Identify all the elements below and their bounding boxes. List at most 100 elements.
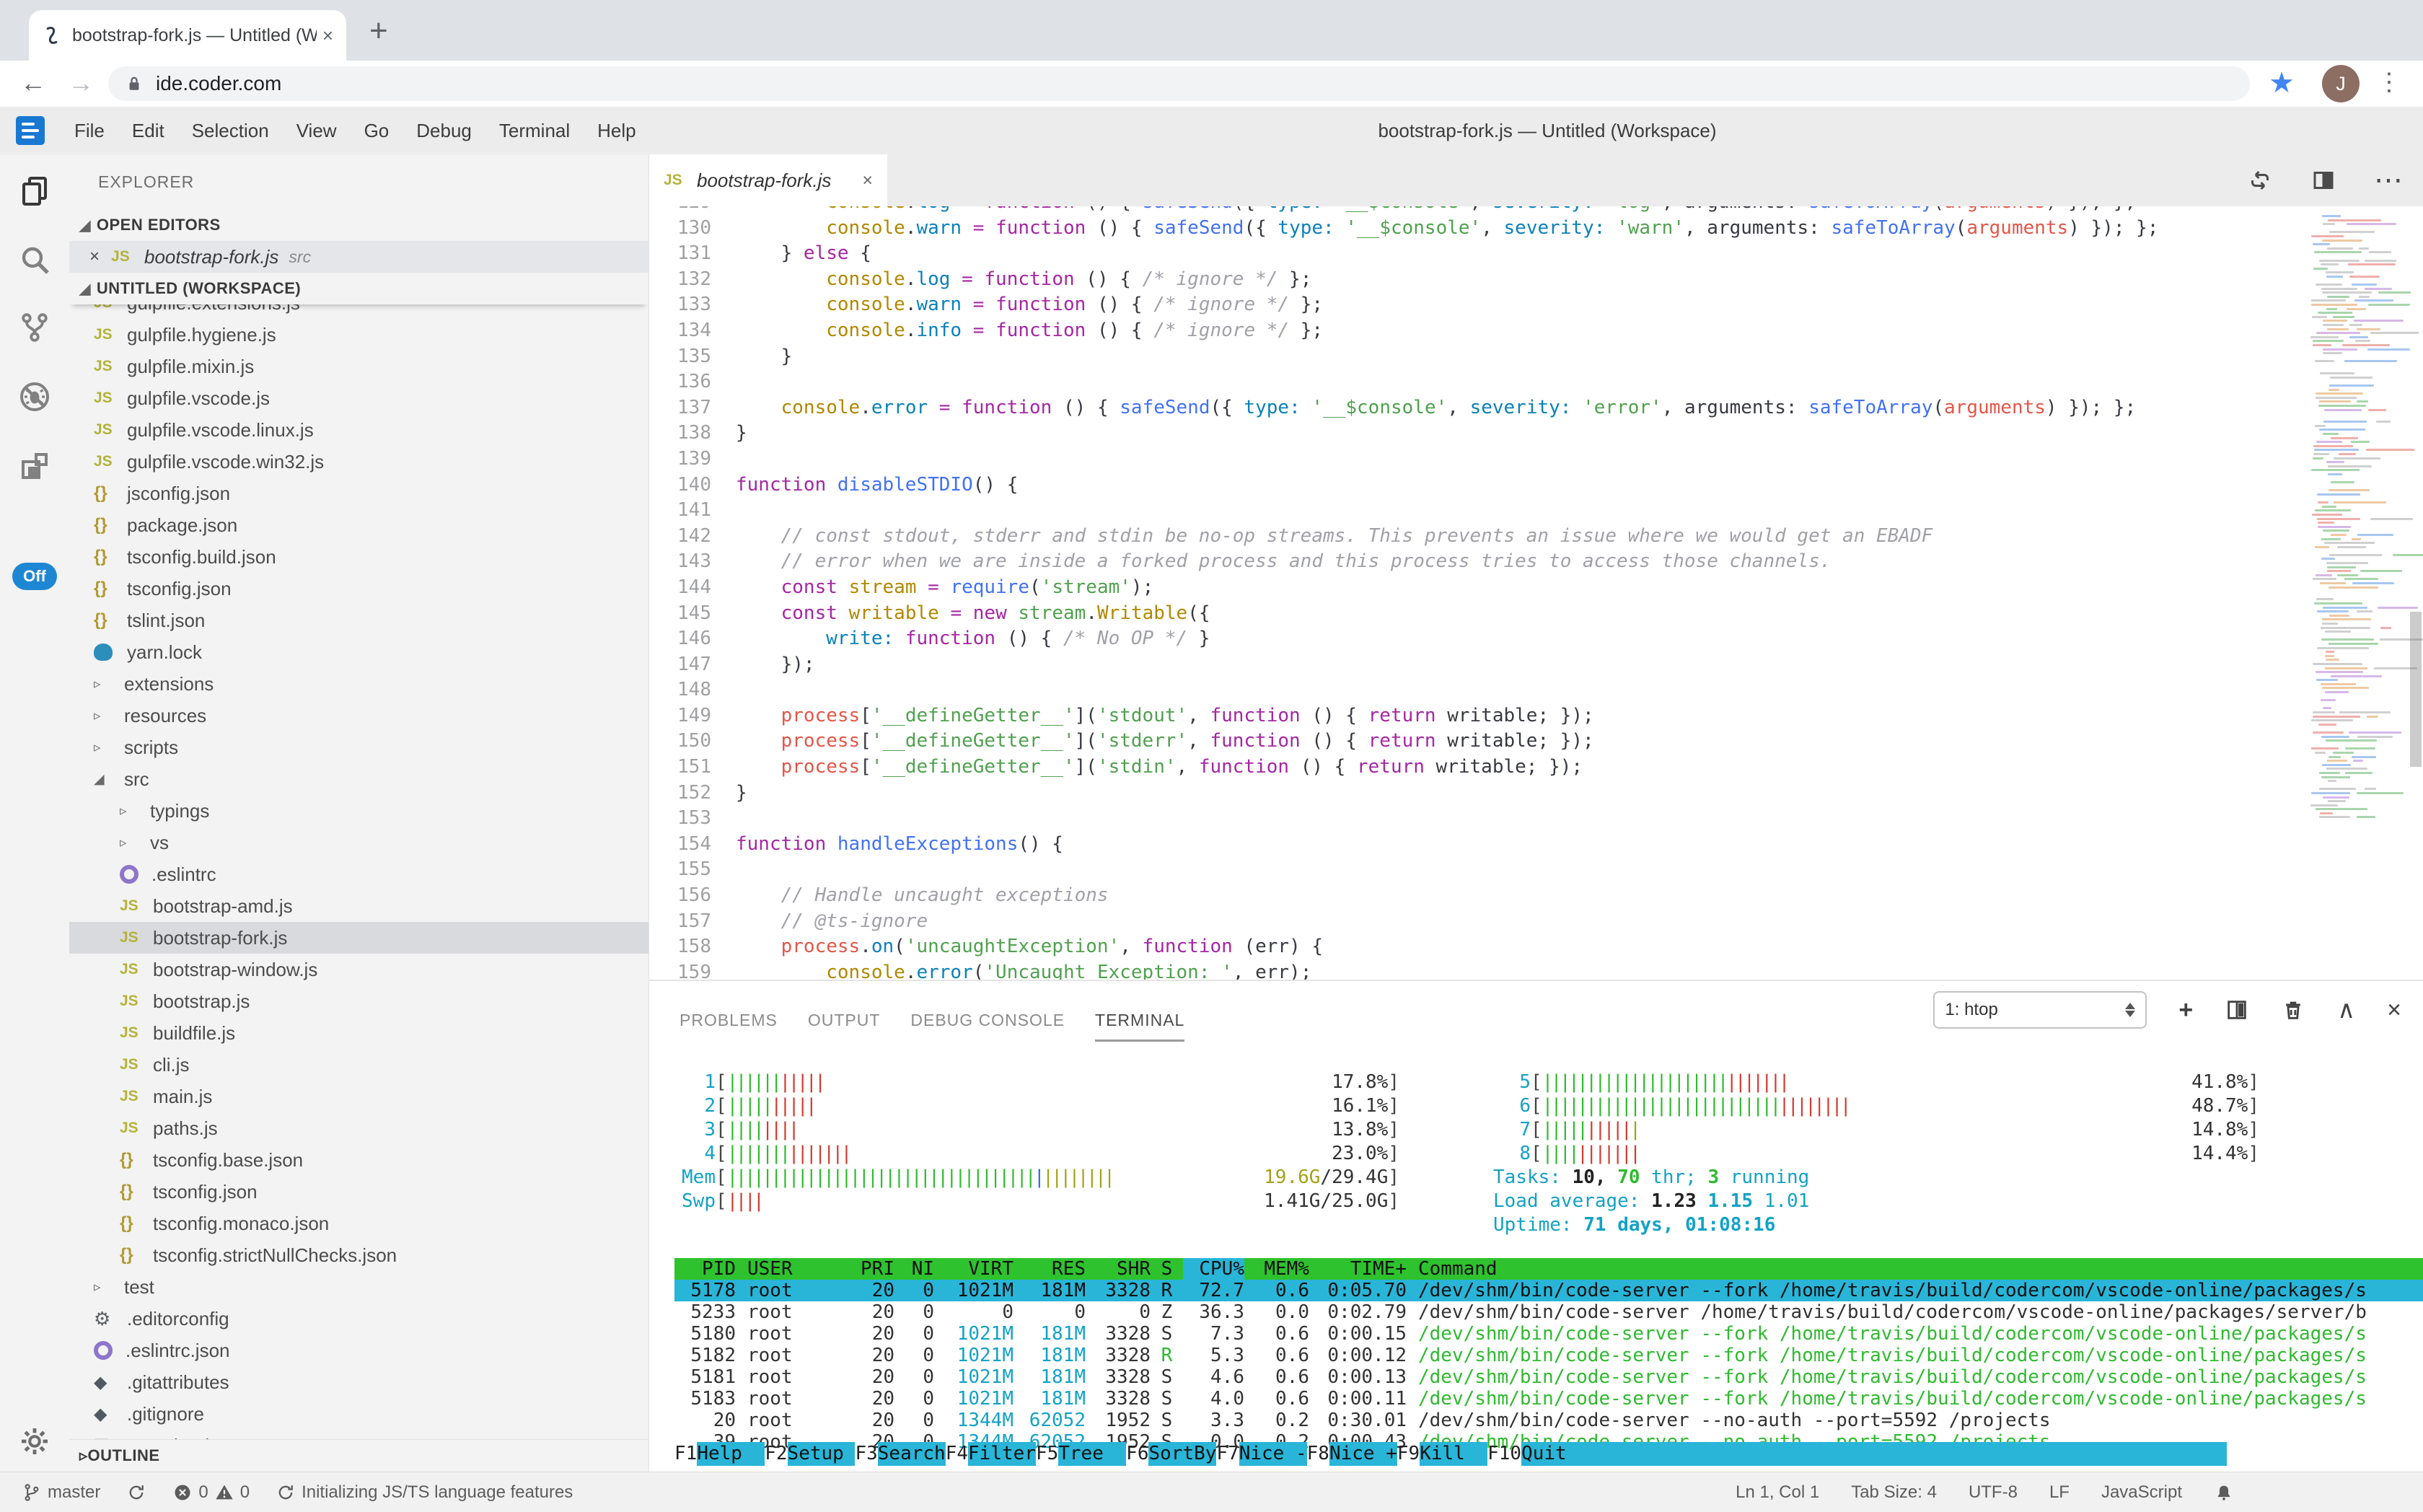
browser-tab[interactable]: bootstrap-fork.js — Untitled (W × (29, 10, 346, 61)
forward-icon[interactable]: → (68, 68, 94, 98)
panel-tab-problems[interactable]: PROBLEMS (680, 1011, 778, 1042)
code-line: 136 (649, 369, 2423, 395)
code-line: 151 process['__defineGetter__']('stdin',… (649, 755, 2423, 781)
sync-status[interactable] (126, 1482, 146, 1503)
file-tree-item-bootstrap.js[interactable]: JSbootstrap.js (69, 985, 648, 1017)
menu-terminal[interactable]: Terminal (485, 120, 584, 142)
file-tree-item-.eslintrc.json[interactable]: .eslintrc.json (69, 1335, 648, 1366)
file-tree-item-tslint.json[interactable]: {}tslint.json (69, 605, 648, 636)
git-branch-status[interactable]: master (22, 1482, 100, 1503)
debug-off-icon[interactable] (17, 379, 52, 414)
file-tree-item-gulpfile.vscode.linux.js[interactable]: JSgulpfile.vscode.linux.js (69, 414, 648, 446)
url-bar[interactable]: ide.coder.com (108, 66, 2250, 101)
browser-menu-icon[interactable]: ⋮ (2377, 68, 2401, 97)
file-tree-item-buildfile.js[interactable]: JSbuildfile.js (69, 1017, 648, 1049)
avatar[interactable]: J (2322, 65, 2360, 102)
file-tree: JSgulpfile.extensions.jsJSgulpfile.hygie… (69, 304, 648, 1462)
menu-edit[interactable]: Edit (118, 120, 178, 142)
explorer-icon[interactable] (17, 173, 52, 208)
terminal-select[interactable]: 1: htop (1933, 991, 2147, 1029)
search-icon[interactable] (17, 242, 52, 277)
file-tree-item-gulpfile.vscode.js[interactable]: JSgulpfile.vscode.js (69, 382, 648, 414)
file-tree-item-jsconfig.json[interactable]: {}jsconfig.json (69, 478, 648, 509)
close-icon[interactable]: × (89, 247, 100, 267)
file-tree-item-vs[interactable]: ▹vs (69, 827, 648, 858)
minimap[interactable] (2309, 215, 2404, 820)
menu-selection[interactable]: Selection (178, 120, 283, 142)
extensions-icon[interactable] (17, 449, 52, 483)
tab-close-icon[interactable]: × (322, 25, 333, 47)
new-terminal-icon[interactable]: + (2178, 998, 2193, 1022)
menu-go[interactable]: Go (351, 120, 403, 142)
kill-terminal-icon[interactable] (2281, 998, 2305, 1022)
close-panel-icon[interactable]: × (2387, 998, 2401, 1022)
file-tree-item-extensions[interactable]: ▹extensions (69, 668, 648, 700)
bell-icon[interactable] (2214, 1482, 2234, 1503)
htop-meter-4: 4[||||||||||||||23.0%] (678, 1142, 1399, 1166)
file-tree-item-scripts[interactable]: ▹scripts (69, 731, 648, 763)
split-editor-icon[interactable] (2310, 167, 2336, 193)
file-tree-item-cli.js[interactable]: JScli.js (69, 1049, 648, 1081)
source-control-icon[interactable] (17, 310, 52, 345)
file-tree-item-gulpfile.vscode.win32.js[interactable]: JSgulpfile.vscode.win32.js (69, 446, 648, 478)
online-status-badge[interactable]: Off (12, 563, 57, 590)
outline-section[interactable]: ▹OUTLINE (69, 1439, 648, 1472)
terminal[interactable]: 1[|||||||||||17.8%]2[||||||||||16.1%]3[|… (649, 1042, 2423, 1472)
file-tree-item-test[interactable]: ▹test (69, 1271, 648, 1303)
workspace-header[interactable]: ◢UNTITLED (WORKSPACE) (69, 273, 648, 304)
file-tree-item-package.json[interactable]: {}package.json (69, 509, 648, 541)
file-tree-item-.editorconfig[interactable]: ⚙.editorconfig (69, 1303, 648, 1335)
status-tab-size[interactable]: Tab Size: 4 (1851, 1482, 1937, 1503)
file-tree-item-.eslintrc[interactable]: .eslintrc (69, 858, 648, 890)
more-actions-icon[interactable]: ⋯ (2374, 166, 2404, 195)
panel-tab-terminal[interactable]: TERMINAL (1095, 1011, 1184, 1042)
menu-file[interactable]: File (61, 120, 118, 142)
file-tree-item-gulpfile.hygiene.js[interactable]: JSgulpfile.hygiene.js (69, 319, 648, 351)
file-tree-item-tsconfig.monaco.json[interactable]: {}tsconfig.monaco.json (69, 1208, 648, 1239)
file-tree-item-tsconfig.json[interactable]: {}tsconfig.json (69, 573, 648, 605)
file-tree-item-.gitattributes[interactable]: ◆.gitattributes (69, 1366, 648, 1398)
chevron-down-icon: ◢ (79, 280, 91, 298)
panel-tab-debug-console[interactable]: DEBUG CONSOLE (910, 1011, 1065, 1042)
panel-tab-output[interactable]: OUTPUT (808, 1011, 881, 1042)
menu-view[interactable]: View (283, 120, 351, 142)
app-logo-icon (16, 116, 45, 145)
editor-scrollbar[interactable] (2410, 612, 2422, 767)
file-tree-item-gulpfile.mixin.js[interactable]: JSgulpfile.mixin.js (69, 351, 648, 382)
file-tree-item-bootstrap-fork.js[interactable]: JSbootstrap-fork.js (69, 922, 648, 954)
file-tree-item-src[interactable]: ◢src (69, 763, 648, 795)
file-tree-item-paths.js[interactable]: JSpaths.js (69, 1112, 648, 1144)
file-tree-item-yarn.lock[interactable]: yarn.lock (69, 636, 648, 668)
file-tree-item-tsconfig.build.json[interactable]: {}tsconfig.build.json (69, 541, 648, 573)
file-tree-item-tsconfig.json[interactable]: {}tsconfig.json (69, 1176, 648, 1208)
status-eol[interactable]: LF (2049, 1482, 2070, 1503)
editor-tab[interactable]: JS bootstrap-fork.js × (649, 154, 887, 206)
back-icon[interactable]: ← (20, 68, 46, 98)
file-tree-item-bootstrap-amd.js[interactable]: JSbootstrap-amd.js (69, 890, 648, 922)
status-language-mode[interactable]: JavaScript (2101, 1482, 2182, 1503)
status-encoding[interactable]: UTF-8 (1969, 1482, 2018, 1503)
problems-status[interactable]: 0 0 (172, 1482, 250, 1503)
file-tree-item-typings[interactable]: ▹typings (69, 795, 648, 827)
status-cursor-position[interactable]: Ln 1, Col 1 (1736, 1482, 1819, 1503)
file-tree-item-gulpfile.extensions.js[interactable]: JSgulpfile.extensions.js (69, 304, 648, 319)
maximize-panel-icon[interactable]: ∧ (2337, 998, 2355, 1022)
file-tree-item-tsconfig.base.json[interactable]: {}tsconfig.base.json (69, 1144, 648, 1176)
file-tree-item-main.js[interactable]: JSmain.js (69, 1081, 648, 1112)
open-editor-item[interactable]: × JS bootstrap-fork.js src (69, 241, 648, 273)
code-editor[interactable]: 129 console.log = function () { safeSend… (649, 206, 2423, 980)
toggle-output-icon[interactable] (2247, 167, 2273, 193)
bookmark-star-icon[interactable]: ★ (2269, 66, 2295, 100)
settings-gear-icon[interactable] (17, 1424, 52, 1459)
file-tree-item-.gitignore[interactable]: ◆.gitignore (69, 1398, 648, 1430)
menu-debug[interactable]: Debug (403, 120, 485, 142)
tab-close-icon[interactable]: × (862, 170, 873, 191)
url-text: ide.coder.com (156, 72, 281, 95)
file-tree-item-resources[interactable]: ▹resources (69, 700, 648, 731)
file-tree-item-tsconfig.strictNullChecks.json[interactable]: {}tsconfig.strictNullChecks.json (69, 1239, 648, 1271)
open-editors-header[interactable]: ◢OPEN EDITORS (69, 209, 648, 241)
file-tree-item-bootstrap-window.js[interactable]: JSbootstrap-window.js (69, 954, 648, 985)
new-tab-button[interactable]: + (369, 13, 388, 49)
menu-help[interactable]: Help (584, 120, 649, 142)
split-terminal-icon[interactable] (2225, 998, 2249, 1022)
